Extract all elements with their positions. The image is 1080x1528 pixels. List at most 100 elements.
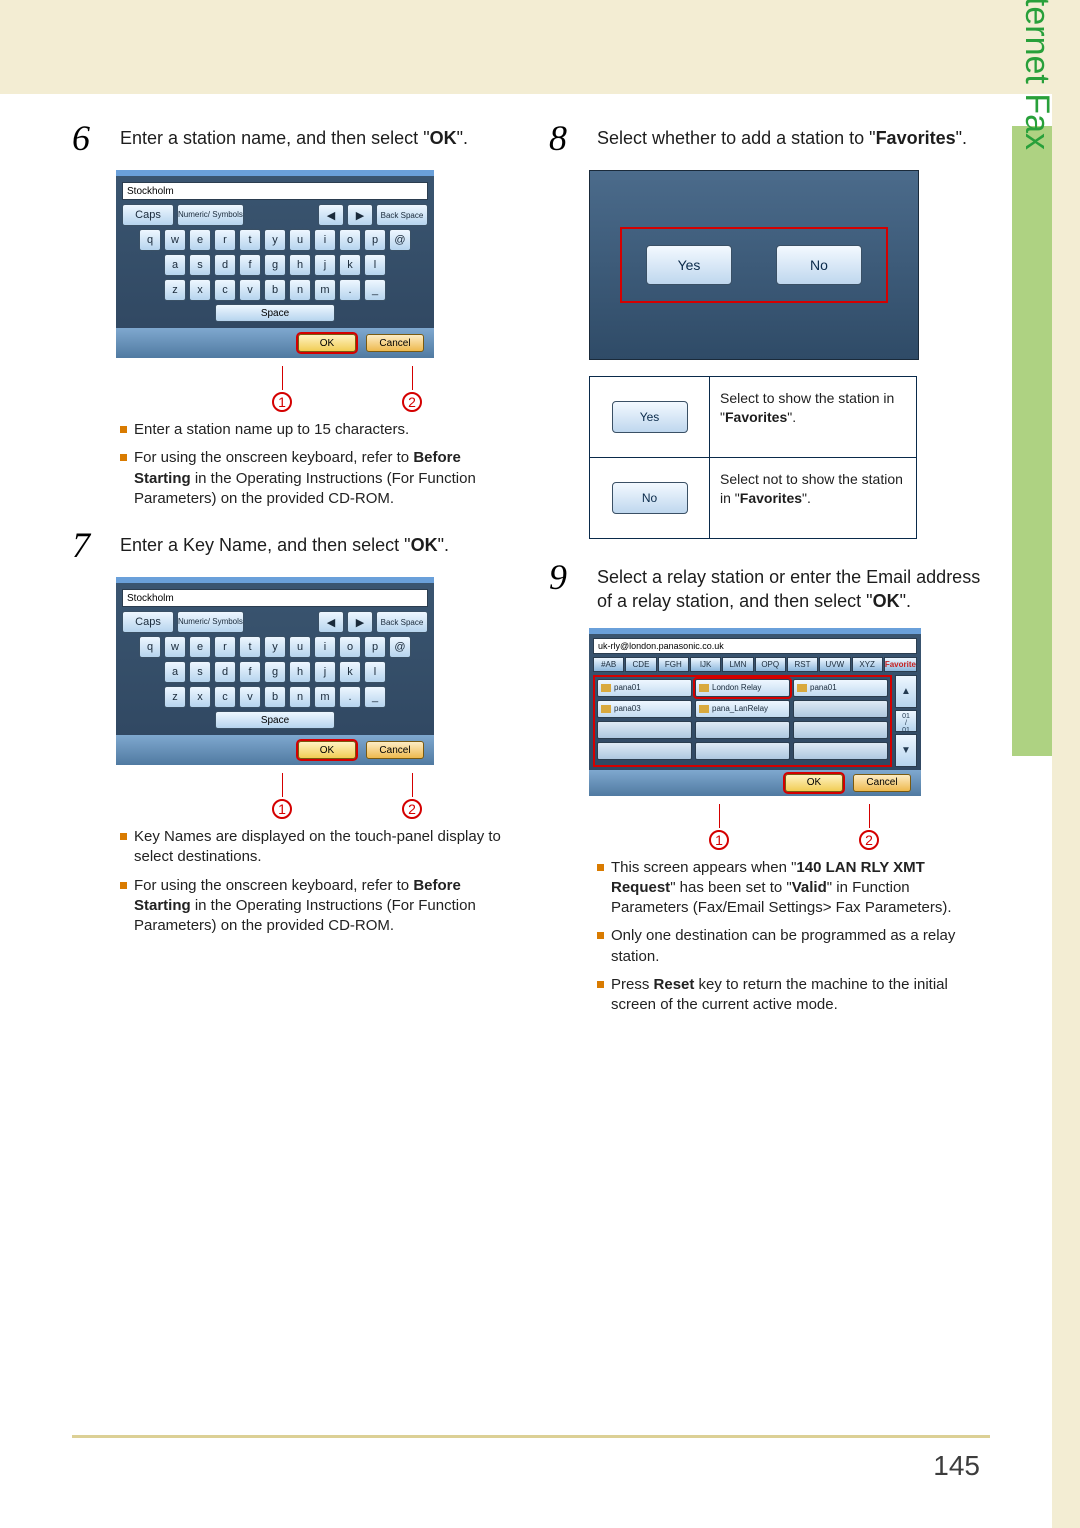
key-q[interactable]: q xyxy=(139,229,161,251)
relay-tab[interactable]: CDE xyxy=(625,657,656,672)
key-_[interactable]: _ xyxy=(364,279,386,301)
relay-tab[interactable]: UVW xyxy=(819,657,850,672)
relay-cell-empty[interactable] xyxy=(695,721,790,739)
key-l[interactable]: l xyxy=(364,661,386,683)
ok-button[interactable]: OK xyxy=(785,774,843,792)
key-c[interactable]: c xyxy=(214,686,236,708)
key-y[interactable]: y xyxy=(264,636,286,658)
caps-key[interactable]: Caps xyxy=(122,611,174,633)
key-w[interactable]: w xyxy=(164,636,186,658)
key-@[interactable]: @ xyxy=(389,229,411,251)
relay-tab[interactable]: OPQ xyxy=(755,657,786,672)
keyboard-input[interactable]: Stockholm xyxy=(122,182,428,200)
cancel-button[interactable]: Cancel xyxy=(853,774,911,792)
arrow-right-key[interactable]: ▶ xyxy=(347,204,373,226)
relay-tab[interactable]: LMN xyxy=(722,657,753,672)
relay-tab[interactable]: IJK xyxy=(690,657,721,672)
key-x[interactable]: x xyxy=(189,279,211,301)
keyboard-input[interactable]: Stockholm xyxy=(122,589,428,607)
relay-cell[interactable]: pana_LanRelay xyxy=(695,700,790,718)
no-button[interactable]: No xyxy=(776,245,862,285)
key-r[interactable]: r xyxy=(214,636,236,658)
key-g[interactable]: g xyxy=(264,661,286,683)
key-q[interactable]: q xyxy=(139,636,161,658)
relay-tab[interactable]: XYZ xyxy=(852,657,883,672)
numeric-key[interactable]: Numeric/ Symbols xyxy=(177,611,244,633)
key-z[interactable]: z xyxy=(164,279,186,301)
key-x[interactable]: x xyxy=(189,686,211,708)
key-v[interactable]: v xyxy=(239,279,261,301)
relay-tab[interactable]: Favorite xyxy=(884,657,917,672)
space-key[interactable]: Space xyxy=(215,711,335,729)
key-z[interactable]: z xyxy=(164,686,186,708)
key-d[interactable]: d xyxy=(214,254,236,276)
key-j[interactable]: j xyxy=(314,254,336,276)
relay-cell-empty[interactable] xyxy=(793,721,888,739)
cancel-button[interactable]: Cancel xyxy=(366,741,424,759)
key-t[interactable]: t xyxy=(239,229,261,251)
key-h[interactable]: h xyxy=(289,661,311,683)
key-w[interactable]: w xyxy=(164,229,186,251)
relay-tab[interactable]: #AB xyxy=(593,657,624,672)
numeric-key[interactable]: Numeric/ Symbols xyxy=(177,204,244,226)
cancel-button[interactable]: Cancel xyxy=(366,334,424,352)
yes-button[interactable]: Yes xyxy=(646,245,732,285)
key-t[interactable]: t xyxy=(239,636,261,658)
relay-cell[interactable]: pana01 xyxy=(793,679,888,697)
relay-cell[interactable]: pana03 xyxy=(597,700,692,718)
backspace-key[interactable]: Back Space xyxy=(376,204,428,226)
relay-address-input[interactable]: uk-rly@london.panasonic.co.uk xyxy=(593,638,917,654)
scroll-down-button[interactable]: ▼ xyxy=(895,734,917,767)
key-c[interactable]: c xyxy=(214,279,236,301)
key-s[interactable]: s xyxy=(189,254,211,276)
relay-cell-empty[interactable] xyxy=(597,721,692,739)
relay-cell[interactable]: pana01 xyxy=(597,679,692,697)
key-l[interactable]: l xyxy=(364,254,386,276)
ok-button[interactable]: OK xyxy=(298,741,356,759)
key-i[interactable]: i xyxy=(314,229,336,251)
key-m[interactable]: m xyxy=(314,686,336,708)
key-g[interactable]: g xyxy=(264,254,286,276)
key-f[interactable]: f xyxy=(239,254,261,276)
relay-cell-empty[interactable] xyxy=(793,742,888,760)
key-y[interactable]: y xyxy=(264,229,286,251)
key-o[interactable]: o xyxy=(339,636,361,658)
backspace-key[interactable]: Back Space xyxy=(376,611,428,633)
key-m[interactable]: m xyxy=(314,279,336,301)
key-d[interactable]: d xyxy=(214,661,236,683)
scroll-up-button[interactable]: ▲ xyxy=(895,675,917,708)
key-.[interactable]: . xyxy=(339,279,361,301)
key-_[interactable]: _ xyxy=(364,686,386,708)
key-f[interactable]: f xyxy=(239,661,261,683)
relay-cell-empty[interactable] xyxy=(597,742,692,760)
relay-tab[interactable]: FGH xyxy=(658,657,689,672)
key-p[interactable]: p xyxy=(364,636,386,658)
key-e[interactable]: e xyxy=(189,636,211,658)
key-.[interactable]: . xyxy=(339,686,361,708)
key-b[interactable]: b xyxy=(264,686,286,708)
arrow-right-key[interactable]: ▶ xyxy=(347,611,373,633)
key-@[interactable]: @ xyxy=(389,636,411,658)
relay-cell-empty[interactable] xyxy=(695,742,790,760)
key-a[interactable]: a xyxy=(164,254,186,276)
key-o[interactable]: o xyxy=(339,229,361,251)
key-k[interactable]: k xyxy=(339,254,361,276)
relay-cell-empty[interactable] xyxy=(793,700,888,718)
key-r[interactable]: r xyxy=(214,229,236,251)
arrow-left-key[interactable]: ◀ xyxy=(318,611,344,633)
key-k[interactable]: k xyxy=(339,661,361,683)
relay-cell[interactable]: London Relay xyxy=(695,679,790,697)
ok-button[interactable]: OK xyxy=(298,334,356,352)
key-i[interactable]: i xyxy=(314,636,336,658)
key-v[interactable]: v xyxy=(239,686,261,708)
key-u[interactable]: u xyxy=(289,229,311,251)
space-key[interactable]: Space xyxy=(215,304,335,322)
key-h[interactable]: h xyxy=(289,254,311,276)
key-b[interactable]: b xyxy=(264,279,286,301)
key-n[interactable]: n xyxy=(289,279,311,301)
key-j[interactable]: j xyxy=(314,661,336,683)
key-u[interactable]: u xyxy=(289,636,311,658)
key-p[interactable]: p xyxy=(364,229,386,251)
relay-tab[interactable]: RST xyxy=(787,657,818,672)
caps-key[interactable]: Caps xyxy=(122,204,174,226)
